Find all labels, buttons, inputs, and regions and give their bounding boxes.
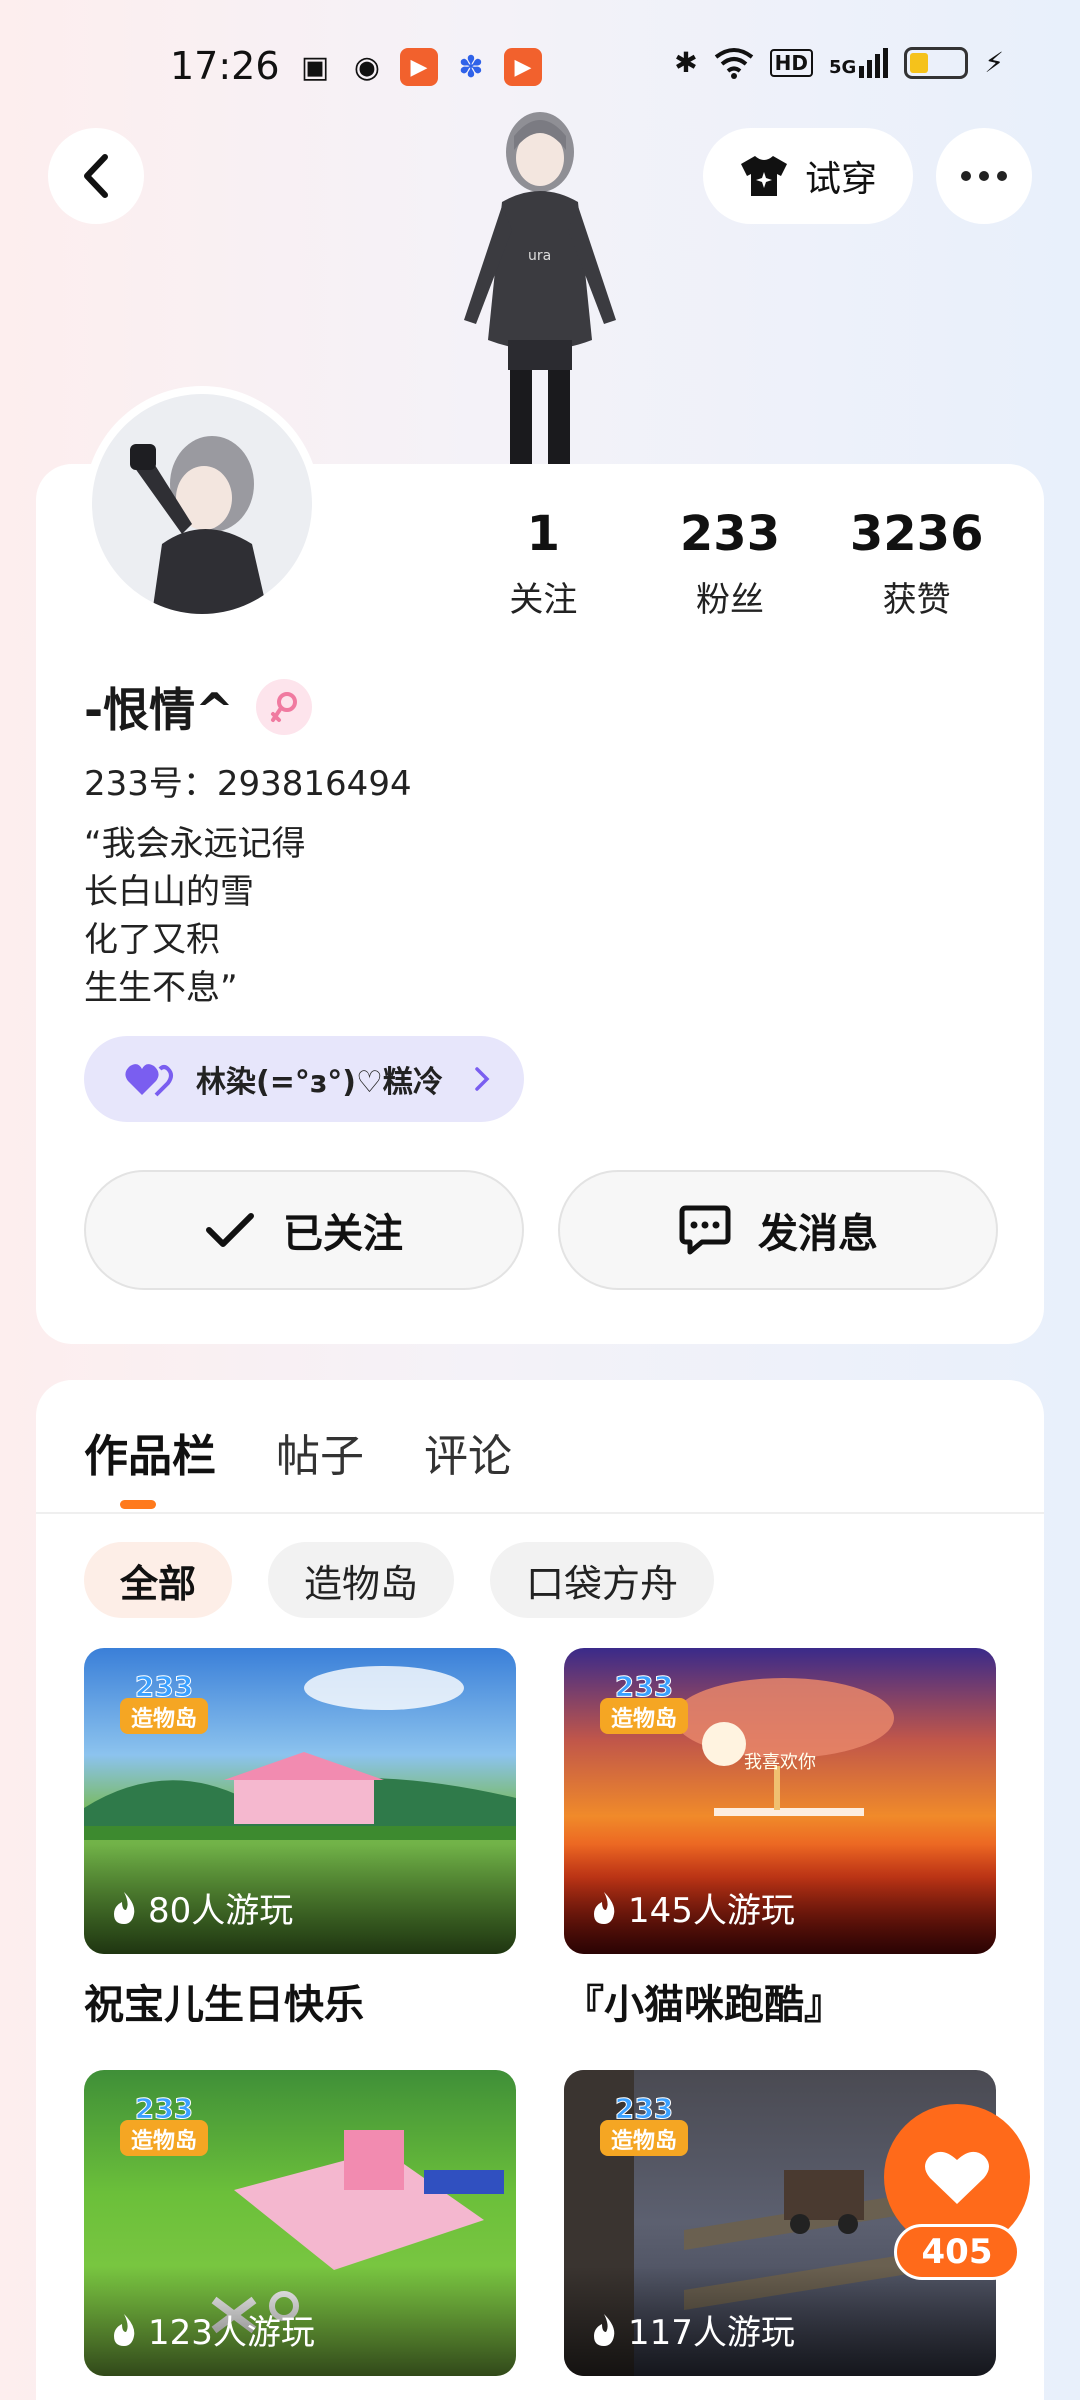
- flame-icon: [594, 2313, 615, 2346]
- followed-button[interactable]: 已关注: [84, 1170, 524, 1290]
- send-message-label: 发消息: [758, 1211, 878, 1257]
- avatar[interactable]: [84, 386, 320, 622]
- partner-link[interactable]: 林染(=°з°)♡糕冷: [84, 1036, 524, 1122]
- content-tabs: 作品栏 帖子 评论: [84, 1420, 512, 1484]
- wechat-icon: ◉: [353, 49, 381, 85]
- svg-text:ura: ura: [528, 248, 551, 264]
- creation-island-logo: 233 造物岛: [120, 1670, 208, 1734]
- bluetooth-icon: ✱: [674, 46, 698, 79]
- flame-icon: [114, 2313, 135, 2346]
- svg-text:造物岛: 造物岛: [611, 2128, 677, 2154]
- active-tab-indicator: [120, 1500, 156, 1509]
- chat-bubble-icon: [679, 1205, 731, 1255]
- tab-works[interactable]: 作品栏: [84, 1420, 216, 1484]
- likes-label: 获赞: [882, 580, 951, 620]
- likes-count: 3236: [849, 506, 984, 562]
- thumbnail-overlay-text: 我喜欢你: [744, 1752, 816, 1773]
- svg-text:造物岛: 造物岛: [131, 2128, 197, 2154]
- kuaishou-icon-2: ▶: [504, 48, 542, 86]
- nickname: -恨情^: [84, 674, 312, 740]
- nickname-text: -恨情^: [84, 683, 234, 737]
- check-icon: [206, 1213, 254, 1247]
- creation-island-logo: 233 造物岛: [600, 2092, 688, 2156]
- game-card[interactable]: 233 造物岛 123人游玩: [84, 2070, 516, 2394]
- more-options-button[interactable]: [936, 128, 1032, 224]
- category-filters: 全部 造物岛 口袋方舟: [84, 1542, 715, 1618]
- followed-label: 已关注: [283, 1211, 403, 1257]
- fans-count: 233: [679, 506, 781, 562]
- filter-pocket-ark[interactable]: 口袋方舟: [490, 1542, 715, 1618]
- back-button[interactable]: [48, 128, 144, 224]
- wifi-icon: [714, 47, 753, 79]
- account-id: 233号：293816494: [84, 764, 412, 804]
- partner-name: 林染(=°з°)♡糕冷: [196, 1065, 443, 1100]
- players-count: 123人游玩: [110, 2305, 315, 2354]
- game-title: 『小猫咪跑酷』: [564, 1982, 844, 2028]
- like-count-badge: 405: [894, 2224, 1020, 2280]
- profile-stats: 1 关注 233 粉丝 3236 获赞: [450, 506, 1010, 621]
- game-thumbnail: 233 造物岛 123人游玩: [84, 2070, 516, 2376]
- flame-icon: [114, 1891, 135, 1924]
- send-message-button[interactable]: 发消息: [558, 1170, 998, 1290]
- players-count: 145人游玩: [590, 1883, 795, 1932]
- avatar-character-figure[interactable]: ura: [430, 110, 650, 464]
- heart-icon: [925, 2151, 989, 2204]
- female-gender-icon: [255, 679, 312, 735]
- game-card[interactable]: 我喜欢你 233 造物岛 145人游玩 『小猫咪跑酷』: [564, 1648, 996, 2030]
- flame-icon: [594, 1891, 615, 1924]
- game-thumbnail: 233 造物岛 80人游玩: [84, 1648, 516, 1954]
- tab-divider: [36, 1512, 1044, 1514]
- status-time: 17:26: [170, 44, 280, 88]
- creation-island-logo: 233 造物岛: [600, 1670, 688, 1734]
- tab-comments[interactable]: 评论: [424, 1420, 512, 1484]
- try-on-button[interactable]: 试穿: [703, 128, 913, 224]
- heart-pair-icon: [125, 1064, 173, 1097]
- filter-creation-island[interactable]: 造物岛: [268, 1542, 455, 1618]
- players-count: 117人游玩: [590, 2305, 795, 2354]
- tab-posts[interactable]: 帖子: [276, 1420, 364, 1484]
- shirt-icon: [740, 156, 787, 196]
- filter-all[interactable]: 全部: [84, 1542, 233, 1618]
- stat-fans[interactable]: 233 粉丝: [637, 506, 824, 621]
- game-card[interactable]: 233 造物岛 80人游玩 祝宝儿生日快乐: [84, 1648, 516, 2030]
- kuaishou-icon: ▶: [400, 48, 438, 86]
- players-count: 80人游玩: [110, 1883, 293, 1932]
- signal-icon: 5G: [829, 47, 889, 78]
- try-on-label: 试穿: [804, 159, 877, 200]
- notification-icons: ▣ ◉ ▶ ✽ ▶: [296, 48, 542, 86]
- chevron-right-icon: [475, 1067, 490, 1091]
- more-dot-icon: [961, 171, 971, 181]
- svg-text:造物岛: 造物岛: [131, 1706, 197, 1732]
- game-thumbnail: 我喜欢你 233 造物岛 145人游玩: [564, 1648, 996, 1954]
- svg-text:233: 233: [135, 2092, 193, 2125]
- baidu-icon: ✽: [458, 49, 484, 85]
- hd-icon: HD: [769, 48, 814, 77]
- network-type: 5G: [829, 56, 857, 78]
- creation-island-logo: 233 造物岛: [120, 2092, 208, 2156]
- bio: “我会永远记得 长白山的雪 化了又积 生生不息”: [84, 824, 306, 1008]
- svg-text:233: 233: [135, 1670, 193, 1703]
- game-title: 祝宝儿生日快乐: [84, 1982, 364, 2028]
- svg-text:233: 233: [615, 2092, 673, 2125]
- bilibili-icon: ▣: [300, 49, 330, 85]
- stat-likes[interactable]: 3236 获赞: [823, 506, 1010, 621]
- works-section: 作品栏 帖子 评论 全部 造物岛 口袋方舟 233 造物岛 80人游玩 祝宝儿生…: [36, 1380, 1044, 2400]
- svg-text:233: 233: [615, 1670, 673, 1703]
- battery-icon: [904, 46, 969, 79]
- svg-text:造物岛: 造物岛: [611, 1706, 677, 1732]
- chevron-left-icon: [84, 154, 108, 198]
- fans-label: 粉丝: [696, 580, 764, 620]
- following-count: 1: [526, 506, 561, 562]
- stat-following[interactable]: 1 关注: [450, 506, 637, 621]
- system-icons: ✱ HD 5G ⚡: [674, 46, 1004, 79]
- following-label: 关注: [509, 580, 578, 620]
- charging-icon: ⚡: [984, 46, 1004, 79]
